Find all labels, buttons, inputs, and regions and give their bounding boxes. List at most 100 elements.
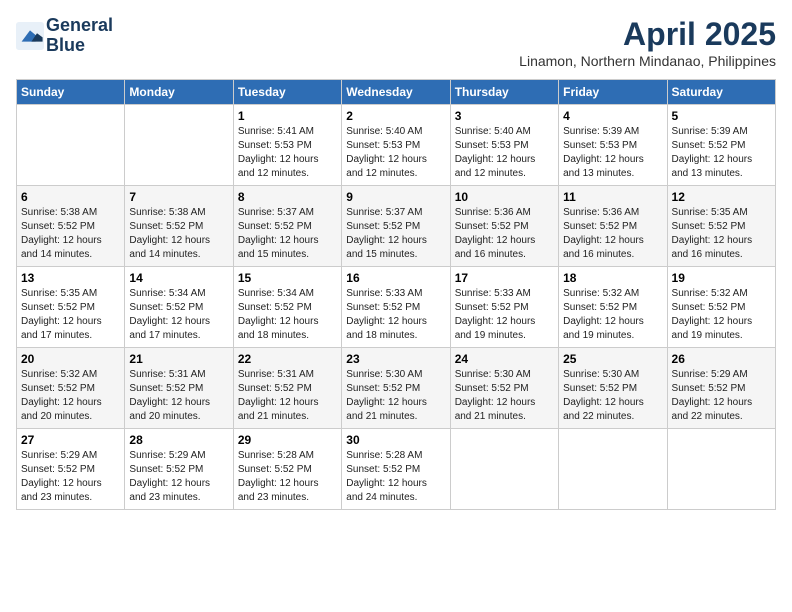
day-info: Sunrise: 5:40 AM Sunset: 5:53 PM Dayligh…: [346, 125, 445, 181]
day-number: 3: [455, 109, 554, 123]
day-number: 14: [129, 271, 228, 285]
calendar-cell: 6Sunrise: 5:38 AM Sunset: 5:52 PM Daylig…: [17, 186, 125, 267]
day-info: Sunrise: 5:36 AM Sunset: 5:52 PM Dayligh…: [563, 206, 662, 262]
weekday-header-wednesday: Wednesday: [342, 80, 450, 105]
logo-text: General Blue: [46, 16, 113, 56]
calendar-cell: 10 Sunrise: 5:36 AM Sunset: 5:52 PM Dayli…: [450, 186, 558, 267]
day-info: Sunrise: 5:37 AM Sunset: 5:52 PM Dayligh…: [238, 206, 337, 262]
day-info: Sunrise: 5:31 AM Sunset: 5:52 PM Dayligh…: [129, 368, 228, 424]
day-info: Sunrise: 5:34 AM Sunset: 5:52 PM Dayligh…: [238, 287, 337, 343]
calendar-cell: 9 Sunrise: 5:37 AM Sunset: 5:52 PM Daylig…: [342, 186, 450, 267]
weekday-header-saturday: Saturday: [667, 80, 775, 105]
day-number: 10: [455, 190, 554, 204]
calendar-cell: 2 Sunrise: 5:40 AM Sunset: 5:53 PM Daylig…: [342, 105, 450, 186]
calendar-cell: 20 Sunrise: 5:32 AM Sunset: 5:52 PM Dayli…: [17, 348, 125, 429]
weekday-header-sunday: Sunday: [17, 80, 125, 105]
weekday-header-monday: Monday: [125, 80, 233, 105]
day-info: Sunrise: 5:39 AM Sunset: 5:52 PM Dayligh…: [672, 125, 771, 181]
day-info: Sunrise: 5:29 AM Sunset: 5:52 PM Dayligh…: [129, 449, 228, 505]
day-number: 8: [238, 190, 337, 204]
month-title: April 2025: [519, 16, 776, 53]
calendar-week-4: 20 Sunrise: 5:32 AM Sunset: 5:52 PM Dayli…: [17, 348, 776, 429]
day-number: 6: [21, 190, 120, 204]
calendar-week-1: 1Sunrise: 5:41 AM Sunset: 5:53 PM Daylig…: [17, 105, 776, 186]
calendar-cell: [667, 429, 775, 510]
day-number: 18: [563, 271, 662, 285]
day-number: 13: [21, 271, 120, 285]
calendar-cell: 26 Sunrise: 5:29 AM Sunset: 5:52 PM Dayli…: [667, 348, 775, 429]
day-info: Sunrise: 5:36 AM Sunset: 5:52 PM Dayligh…: [455, 206, 554, 262]
calendar-cell: 11 Sunrise: 5:36 AM Sunset: 5:52 PM Dayli…: [559, 186, 667, 267]
day-number: 11: [563, 190, 662, 204]
day-number: 2: [346, 109, 445, 123]
day-info: Sunrise: 5:28 AM Sunset: 5:52 PM Dayligh…: [346, 449, 445, 505]
day-info: Sunrise: 5:29 AM Sunset: 5:52 PM Dayligh…: [672, 368, 771, 424]
calendar-cell: 28Sunrise: 5:29 AM Sunset: 5:52 PM Dayli…: [125, 429, 233, 510]
day-number: 25: [563, 352, 662, 366]
day-number: 9: [346, 190, 445, 204]
day-number: 30: [346, 433, 445, 447]
day-number: 4: [563, 109, 662, 123]
day-info: Sunrise: 5:35 AM Sunset: 5:52 PM Dayligh…: [672, 206, 771, 262]
day-info: Sunrise: 5:30 AM Sunset: 5:52 PM Dayligh…: [563, 368, 662, 424]
calendar-cell: 13 Sunrise: 5:35 AM Sunset: 5:52 PM Dayli…: [17, 267, 125, 348]
day-info: Sunrise: 5:29 AM Sunset: 5:52 PM Dayligh…: [21, 449, 120, 505]
calendar-cell: [559, 429, 667, 510]
calendar-cell: 23 Sunrise: 5:30 AM Sunset: 5:52 PM Dayli…: [342, 348, 450, 429]
day-number: 15: [238, 271, 337, 285]
calendar-cell: 7Sunrise: 5:38 AM Sunset: 5:52 PM Daylig…: [125, 186, 233, 267]
calendar-cell: 3 Sunrise: 5:40 AM Sunset: 5:53 PM Daylig…: [450, 105, 558, 186]
day-info: Sunrise: 5:35 AM Sunset: 5:52 PM Dayligh…: [21, 287, 120, 343]
day-number: 27: [21, 433, 120, 447]
calendar-week-2: 6Sunrise: 5:38 AM Sunset: 5:52 PM Daylig…: [17, 186, 776, 267]
day-info: Sunrise: 5:33 AM Sunset: 5:52 PM Dayligh…: [455, 287, 554, 343]
logo-line1: General: [46, 16, 113, 36]
calendar-cell: 29Sunrise: 5:28 AM Sunset: 5:52 PM Dayli…: [233, 429, 341, 510]
calendar-cell: 27 Sunrise: 5:29 AM Sunset: 5:52 PM Dayli…: [17, 429, 125, 510]
day-info: Sunrise: 5:37 AM Sunset: 5:52 PM Dayligh…: [346, 206, 445, 262]
day-number: 22: [238, 352, 337, 366]
page-header: General Blue April 2025 Linamon, Norther…: [16, 16, 776, 69]
day-info: Sunrise: 5:32 AM Sunset: 5:52 PM Dayligh…: [563, 287, 662, 343]
day-info: Sunrise: 5:40 AM Sunset: 5:53 PM Dayligh…: [455, 125, 554, 181]
day-info: Sunrise: 5:30 AM Sunset: 5:52 PM Dayligh…: [346, 368, 445, 424]
calendar-cell: 25 Sunrise: 5:30 AM Sunset: 5:52 PM Dayli…: [559, 348, 667, 429]
calendar-cell: [450, 429, 558, 510]
calendar-cell: 30 Sunrise: 5:28 AM Sunset: 5:52 PM Dayli…: [342, 429, 450, 510]
location-subtitle: Linamon, Northern Mindanao, Philippines: [519, 53, 776, 69]
day-number: 20: [21, 352, 120, 366]
calendar-cell: 1Sunrise: 5:41 AM Sunset: 5:53 PM Daylig…: [233, 105, 341, 186]
day-number: 7: [129, 190, 228, 204]
day-number: 5: [672, 109, 771, 123]
day-number: 26: [672, 352, 771, 366]
day-info: Sunrise: 5:32 AM Sunset: 5:52 PM Dayligh…: [21, 368, 120, 424]
day-number: 1: [238, 109, 337, 123]
logo: General Blue: [16, 16, 113, 56]
calendar-table: SundayMondayTuesdayWednesdayThursdayFrid…: [16, 79, 776, 510]
weekday-header-thursday: Thursday: [450, 80, 558, 105]
logo-line2: Blue: [46, 36, 113, 56]
calendar-week-3: 13 Sunrise: 5:35 AM Sunset: 5:52 PM Dayli…: [17, 267, 776, 348]
calendar-cell: 5 Sunrise: 5:39 AM Sunset: 5:52 PM Daylig…: [667, 105, 775, 186]
calendar-cell: 16Sunrise: 5:33 AM Sunset: 5:52 PM Dayli…: [342, 267, 450, 348]
calendar-cell: 15 Sunrise: 5:34 AM Sunset: 5:52 PM Dayli…: [233, 267, 341, 348]
day-number: 24: [455, 352, 554, 366]
day-number: 16: [346, 271, 445, 285]
calendar-cell: 17 Sunrise: 5:33 AM Sunset: 5:52 PM Dayli…: [450, 267, 558, 348]
calendar-week-5: 27 Sunrise: 5:29 AM Sunset: 5:52 PM Dayli…: [17, 429, 776, 510]
logo-icon: [16, 22, 44, 50]
weekday-header-row: SundayMondayTuesdayWednesdayThursdayFrid…: [17, 80, 776, 105]
day-number: 12: [672, 190, 771, 204]
calendar-cell: [125, 105, 233, 186]
weekday-header-friday: Friday: [559, 80, 667, 105]
calendar-cell: [17, 105, 125, 186]
day-number: 17: [455, 271, 554, 285]
title-area: April 2025 Linamon, Northern Mindanao, P…: [519, 16, 776, 69]
day-info: Sunrise: 5:31 AM Sunset: 5:52 PM Dayligh…: [238, 368, 337, 424]
day-number: 23: [346, 352, 445, 366]
day-number: 19: [672, 271, 771, 285]
day-number: 29: [238, 433, 337, 447]
calendar-cell: 24 Sunrise: 5:30 AM Sunset: 5:52 PM Dayli…: [450, 348, 558, 429]
day-info: Sunrise: 5:32 AM Sunset: 5:52 PM Dayligh…: [672, 287, 771, 343]
day-info: Sunrise: 5:30 AM Sunset: 5:52 PM Dayligh…: [455, 368, 554, 424]
